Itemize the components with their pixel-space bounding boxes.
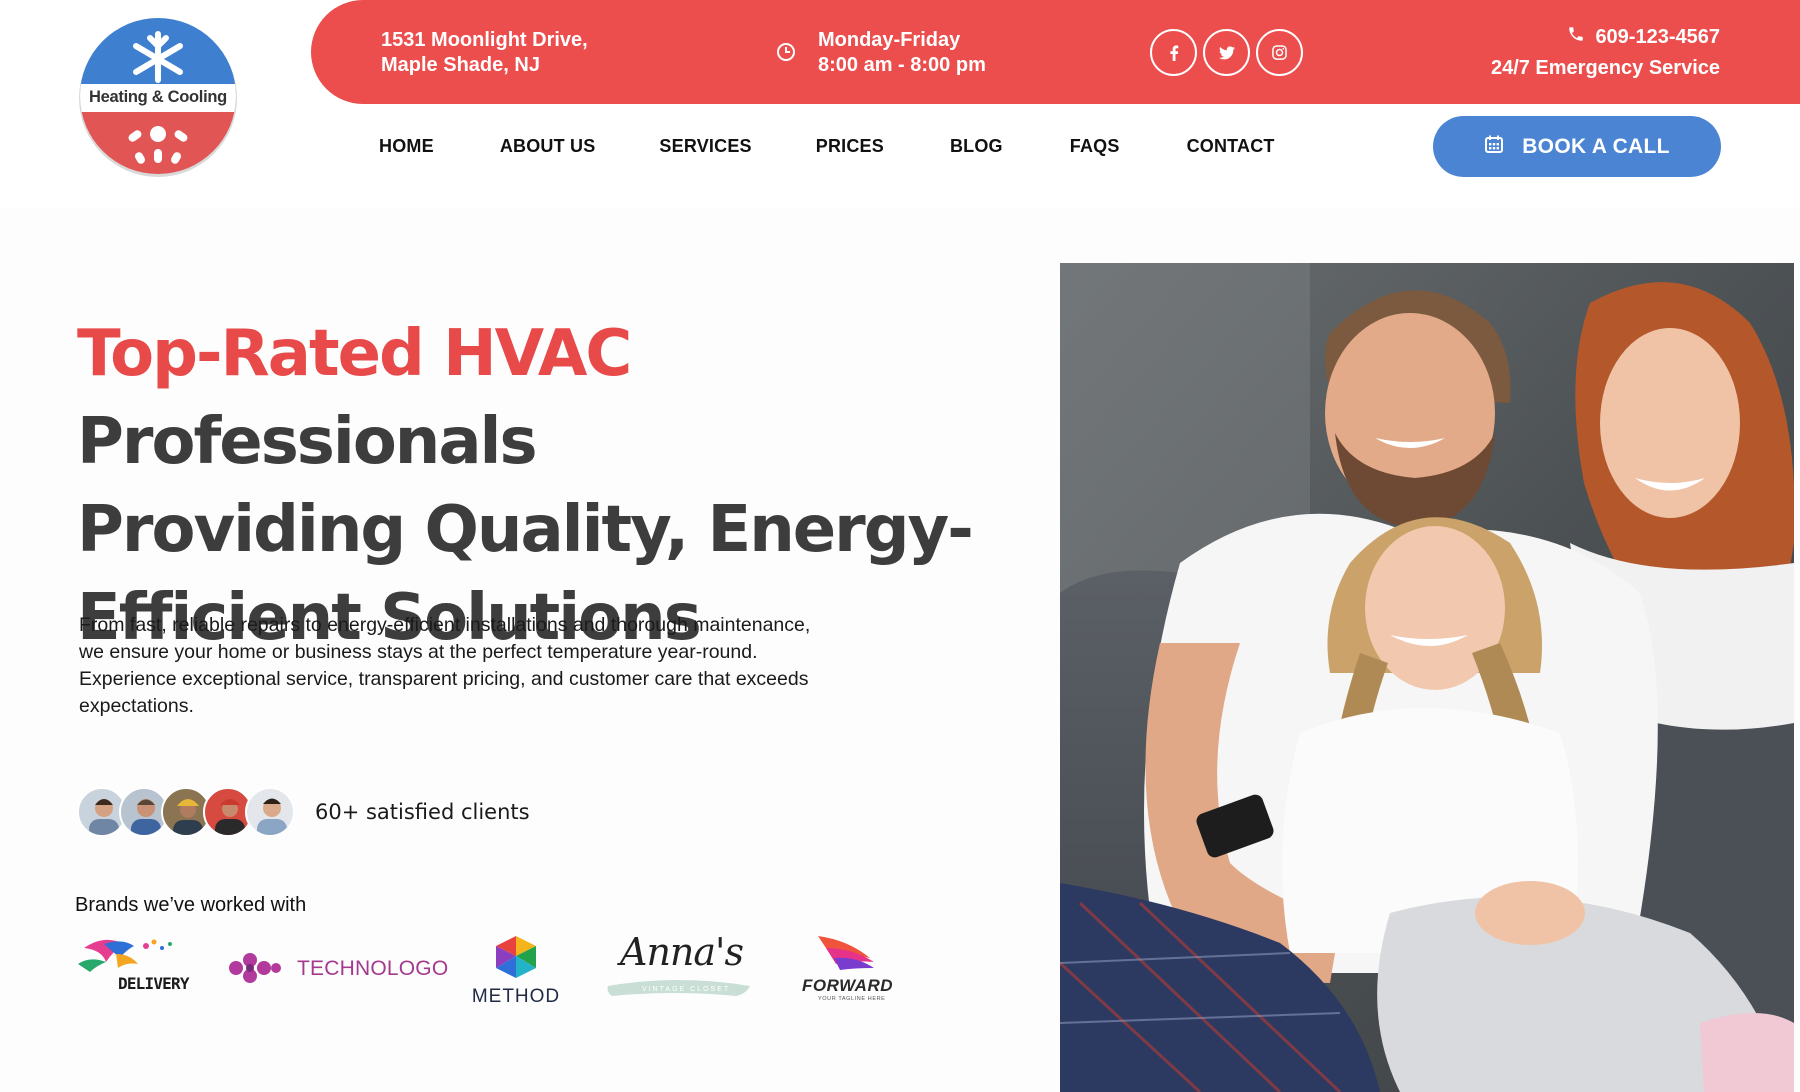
phone-number: 609-123-4567: [1595, 26, 1720, 48]
description-line-2: we ensure your home or business stays at…: [79, 641, 758, 663]
client-avatars: [77, 787, 295, 837]
address-line-1: 1531 Moonlight Drive,: [381, 29, 588, 51]
facebook-icon[interactable]: [1150, 29, 1197, 76]
headline-part-1: Professionals: [77, 405, 538, 479]
main-navigation: HOME ABOUT US SERVICES PRICES BLOG FAQS …: [379, 136, 1275, 157]
brand-technologo-name: TECHNOLOGO: [297, 957, 449, 980]
hero-family-photo: [1060, 263, 1794, 1092]
phone-icon: [1567, 22, 1585, 53]
brand-logo-forward: FORWARD YOUR TAGLINE HERE: [800, 934, 894, 1006]
brand-logo-delivery: DELIVERY: [76, 934, 189, 1002]
headline-part-2: Providing Quality, Energy-: [77, 493, 974, 567]
instagram-icon[interactable]: [1256, 29, 1303, 76]
logo-text: Heating & Cooling: [89, 88, 227, 106]
company-logo[interactable]: Heating & Cooling: [78, 14, 238, 178]
nav-contact[interactable]: CONTACT: [1187, 136, 1275, 157]
brand-method-name: METHOD: [471, 986, 561, 1007]
phone-block: 609-123-4567 24/7 Emergency Service: [1491, 22, 1720, 84]
brand-annas-name: Anna's: [620, 930, 744, 974]
hero-headline: Top-Rated HVAC Professionals Providing Q…: [77, 310, 1037, 662]
description-line-1: From fast, reliable repairs to energy-ef…: [79, 614, 811, 636]
brand-logo-technologo: TECHNOLOGO: [228, 950, 448, 986]
address-line-2: Maple Shade, NJ: [381, 54, 540, 76]
book-a-call-label: BOOK A CALL: [1522, 134, 1670, 158]
brand-logo-annas: Anna's VINTAGE CLOSET: [604, 930, 754, 1006]
business-hours: Monday-Friday 8:00 am - 8:00 pm: [818, 28, 986, 78]
brand-logo-method: METHOD: [466, 934, 566, 1007]
hours-times: 8:00 am - 8:00 pm: [818, 54, 986, 76]
brand-forward-subtext: YOUR TAGLINE HERE: [818, 996, 886, 1002]
calendar-icon: [1484, 134, 1504, 160]
nav-blog[interactable]: BLOG: [950, 136, 1003, 157]
hours-days: Monday-Friday: [818, 29, 961, 51]
book-a-call-button[interactable]: BOOK A CALL: [1433, 116, 1721, 177]
clock-icon: [776, 42, 796, 62]
address-block: 1531 Moonlight Drive, Maple Shade, NJ: [381, 28, 588, 78]
social-links: [1150, 29, 1303, 76]
brand-annas-subtext: VINTAGE CLOSET: [642, 986, 731, 993]
nav-services[interactable]: SERVICES: [659, 136, 751, 157]
clients-count-text: 60+ satisfied clients: [315, 800, 530, 824]
description-line-4: expectations.: [79, 695, 194, 717]
contact-topbar: 1531 Moonlight Drive, Maple Shade, NJ Mo…: [311, 0, 1800, 104]
nav-faqs[interactable]: FAQS: [1070, 136, 1120, 157]
nav-prices[interactable]: PRICES: [816, 136, 884, 157]
site-header: Heating & Cooling 1531 Moonlight Drive, …: [0, 0, 1800, 208]
brands-heading: Brands we’ve worked with: [75, 894, 307, 916]
twitter-icon[interactable]: [1203, 29, 1250, 76]
brand-forward-name: FORWARD: [802, 976, 894, 995]
avatar: [245, 787, 295, 837]
phone-link[interactable]: 609-123-4567: [1567, 22, 1720, 53]
brand-delivery-name: DELIVERY: [118, 974, 189, 993]
headline-accent: Top-Rated HVAC: [77, 317, 632, 391]
satisfied-clients: 60+ satisfied clients: [77, 785, 530, 839]
nav-home[interactable]: HOME: [379, 136, 434, 157]
emergency-service-label: 24/7 Emergency Service: [1490, 57, 1720, 79]
description-line-3: Experience exceptional service, transpar…: [79, 668, 809, 690]
hero-description: From fast, reliable repairs to energy-ef…: [79, 612, 899, 720]
nav-about-us[interactable]: ABOUT US: [500, 136, 596, 157]
